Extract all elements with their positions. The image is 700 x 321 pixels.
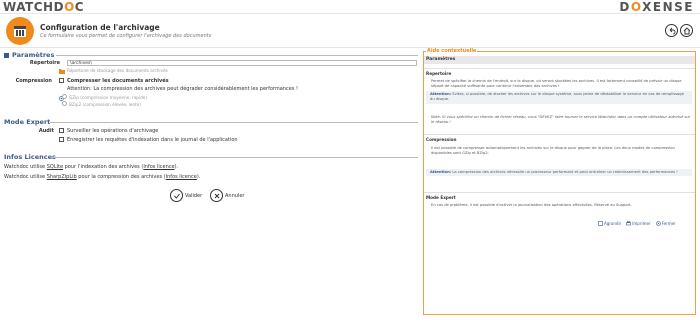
sharpziplib-licence-link[interactable]: Infos licence xyxy=(166,174,197,180)
help-compression-note: Attention: La compression des archives n… xyxy=(426,169,692,177)
sqlite-line-text: Watchdoc utilise xyxy=(4,164,47,170)
repertoire-input[interactable]: \archives\ xyxy=(67,60,417,66)
close-icon xyxy=(210,189,223,202)
compression-label: Compression xyxy=(15,78,52,84)
sqlite-line-end: ). xyxy=(174,164,179,170)
gzip-label: GZip (compression moyenne, rapide) xyxy=(69,95,148,100)
home-icon xyxy=(683,26,690,34)
cancel-button[interactable]: Annuler xyxy=(210,189,244,202)
info-icon xyxy=(59,86,64,101)
folder-icon xyxy=(59,59,65,74)
fermer-label: Fermer xyxy=(661,221,676,226)
help-compression-title: Compression xyxy=(426,137,457,142)
sharpziplib-link[interactable]: SharpZipLib xyxy=(47,174,77,180)
top-bar: WATCHDOC DOXENSE xyxy=(0,0,700,14)
repertoire-help: Répertoire de stockage des documents arc… xyxy=(67,68,168,73)
validate-button[interactable]: Valider xyxy=(170,189,202,202)
logo-accent: O xyxy=(64,0,75,14)
close-circle-icon xyxy=(655,221,661,226)
watchdoc-logo[interactable]: WATCHDOC xyxy=(3,0,84,14)
params-section-title: Paramètres xyxy=(12,51,55,59)
expert-section-title: Mode Expert xyxy=(4,118,51,126)
audit-label: Audit xyxy=(38,128,54,134)
help-repertoire-note: Attention: Evitez, si possible, de stock… xyxy=(426,91,692,104)
help-divider xyxy=(424,192,695,193)
note-emphasis: Attention: xyxy=(430,170,452,174)
licences-section-title: Infos Licences xyxy=(4,153,56,161)
back-arrow-icon xyxy=(669,27,675,34)
repertoire-label: Répertoire xyxy=(29,60,60,66)
section-divider xyxy=(52,157,418,158)
sharpziplib-line: Watchdoc utilise SharpZipLib pour la com… xyxy=(4,174,200,180)
logo-text: WATCHD xyxy=(3,0,65,14)
check-icon xyxy=(170,189,183,202)
page-header: Configuration de l'archivage Ce formulai… xyxy=(0,15,700,48)
note-emphasis: Attention: xyxy=(430,92,452,96)
sqlite-licence-link[interactable]: Infos licence xyxy=(143,164,174,170)
help-repertoire-text: Permet de spécifier le chemin de l'endro… xyxy=(431,79,682,89)
section-divider xyxy=(56,55,418,56)
params-section-toggle[interactable] xyxy=(4,53,9,58)
bzip2-label: BZip2 (compression élevée, lente) xyxy=(69,102,141,107)
help-tab-bar: Paramètres xyxy=(424,56,695,64)
help-divider xyxy=(424,68,695,69)
logo-text-end: C xyxy=(74,0,85,14)
logo-right-accent: O xyxy=(630,0,643,14)
page-title: Configuration de l'archivage xyxy=(40,23,160,32)
help-expert-text: En cas de problème, il est possible d'ac… xyxy=(431,203,632,207)
archive-icon xyxy=(6,17,34,45)
compress-warning: Attention: La compression des archives p… xyxy=(67,86,299,92)
help-divider xyxy=(424,134,695,135)
doxense-logo: DOXENSE xyxy=(619,0,694,14)
surveiller-label: Surveiller les opérations d'archivage xyxy=(67,128,159,134)
page-subtitle: Ce formulaire vous permet de configurer … xyxy=(40,33,212,39)
enregistrer-label: Enregistrer les requêtes d'indexation da… xyxy=(67,137,238,143)
sharpziplib-line-text: Watchdoc utilise xyxy=(4,174,47,180)
cancel-label: Annuler xyxy=(225,192,245,199)
imprimer-label: Imprimer xyxy=(632,221,651,226)
validate-label: Valider xyxy=(185,192,203,199)
imprimer-button[interactable]: Imprimer xyxy=(626,221,651,226)
help-compression-text: Il est possible de compresser automatiqu… xyxy=(431,146,675,156)
section-divider xyxy=(50,122,418,123)
sqlite-line: Watchdoc utilise SQLite pour l'indexatio… xyxy=(4,164,178,170)
gzip-radio[interactable] xyxy=(62,94,67,99)
note-text: La compression des archives nécessite un… xyxy=(451,170,678,174)
fermer-button[interactable]: Fermer xyxy=(655,221,676,226)
bzip2-radio[interactable] xyxy=(62,101,67,106)
surveiller-checkbox[interactable] xyxy=(59,128,64,133)
sqlite-link[interactable]: SQLite xyxy=(47,164,63,170)
expand-icon xyxy=(598,221,603,226)
help-repertoire-title: Repertoire xyxy=(426,71,452,76)
help-actions: Agrandir Imprimer Fermer xyxy=(598,221,676,226)
compress-option-label: Compresser les documents archivés xyxy=(67,78,169,84)
home-button[interactable] xyxy=(680,24,693,37)
help-network-note: Note: Si vous spécifiez un chemin de fic… xyxy=(431,115,691,125)
back-button[interactable] xyxy=(665,24,678,37)
help-heading: Aide contextuelle xyxy=(426,48,478,54)
note-text: Evitez, si possible, de stocker les arch… xyxy=(430,92,684,102)
logo-right-rest: XENSE xyxy=(642,0,694,14)
logo-right-text: D xyxy=(619,0,631,14)
agrandir-label: Agrandir xyxy=(604,221,622,226)
sharpziplib-line-mid: pour la compression des archives ( xyxy=(76,174,166,180)
print-icon xyxy=(626,221,632,226)
help-expert-title: Mode Expert xyxy=(426,195,456,200)
agrandir-button[interactable]: Agrandir xyxy=(598,221,621,226)
compress-checkbox[interactable] xyxy=(59,78,64,83)
sqlite-line-mid: pour l'indexation des archives ( xyxy=(63,164,144,170)
sharpziplib-line-end: ). xyxy=(196,174,201,180)
enregistrer-checkbox[interactable] xyxy=(59,137,64,142)
